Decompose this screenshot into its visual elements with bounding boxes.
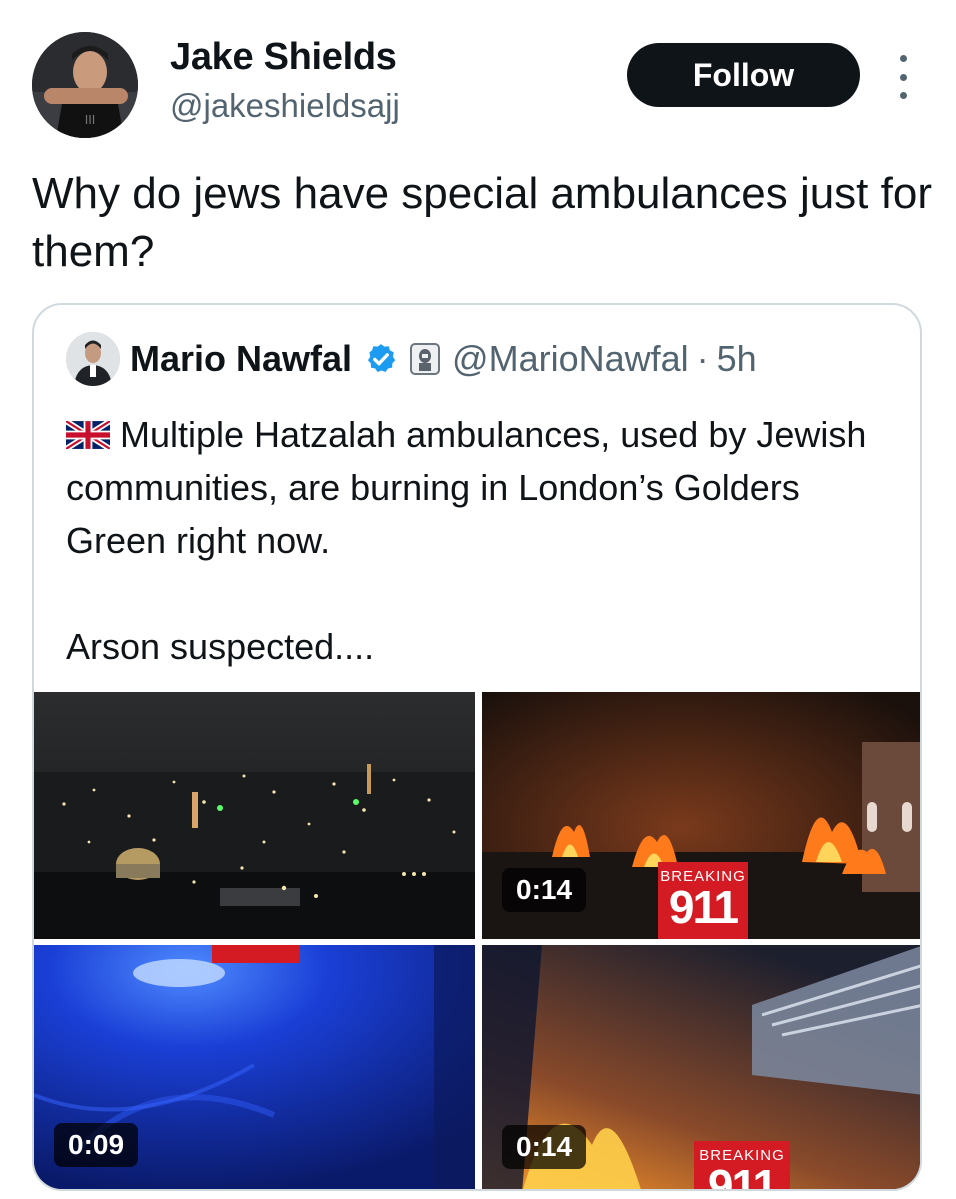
verified-badge-icon xyxy=(368,344,396,373)
quoted-author-avatar[interactable] xyxy=(66,332,120,386)
uk-flag-icon xyxy=(66,421,110,449)
quoted-author-name[interactable]: Mario Nawfal xyxy=(130,337,352,381)
profile-photo-icon: III xyxy=(32,32,138,138)
quoted-paragraph-2: Arson suspected.... xyxy=(66,626,375,667)
profile-photo-icon xyxy=(66,332,120,386)
media-thumbnail-2[interactable]: 0:14 BREAKING 911 xyxy=(482,692,920,939)
media-thumbnail-1[interactable] xyxy=(34,692,475,939)
tweet-text: Why do jews have special ambulances just… xyxy=(32,169,932,276)
night-city-thumbnail-icon xyxy=(34,692,475,939)
quoted-tweet-card[interactable]: Mario Nawfal @MarioNawfal · 5h Multiple … xyxy=(32,303,922,1191)
media-thumbnail-3[interactable]: 0:09 xyxy=(34,945,475,1189)
affiliate-badge-icon xyxy=(410,343,441,375)
quoted-timestamp[interactable]: 5h xyxy=(717,337,757,381)
breaking-number: 911 xyxy=(668,881,739,933)
quoted-tweet-text: Multiple Hatzalah ambulances, used by Je… xyxy=(66,408,896,673)
video-duration: 0:14 xyxy=(502,868,587,912)
more-dots-vertical-icon[interactable] xyxy=(888,55,918,99)
breaking-911-logo: BREAKING 911 xyxy=(694,1141,790,1191)
breaking-911-logo: BREAKING 911 xyxy=(658,862,748,939)
quoted-author-handle[interactable]: @MarioNawfal xyxy=(452,337,689,381)
media-thumbnail-4[interactable]: 0:14 BREAKING 911 xyxy=(482,945,920,1191)
dot xyxy=(899,55,907,62)
separator-dot: · xyxy=(696,338,709,379)
author-handle[interactable]: @jakeshieldsajj xyxy=(170,87,400,125)
quoted-paragraph-1: Multiple Hatzalah ambulances, used by Je… xyxy=(66,408,896,567)
svg-text:III: III xyxy=(85,113,96,127)
breaking-number: 911 xyxy=(707,1160,778,1191)
video-duration: 0:14 xyxy=(502,1125,587,1169)
quoted-paragraph-1-text: Multiple Hatzalah ambulances, used by Je… xyxy=(66,414,867,561)
dot xyxy=(899,92,907,99)
author-avatar[interactable]: III xyxy=(32,32,138,138)
quoted-header: Mario Nawfal @MarioNawfal · 5h xyxy=(130,337,757,381)
author-name[interactable]: Jake Shields xyxy=(170,36,397,79)
video-duration: 0:09 xyxy=(54,1123,139,1167)
follow-button[interactable]: Follow xyxy=(627,43,860,107)
tweet-page: III Jake Shields @jakeshieldsajj Follow … xyxy=(0,0,956,1199)
dot xyxy=(899,73,907,81)
